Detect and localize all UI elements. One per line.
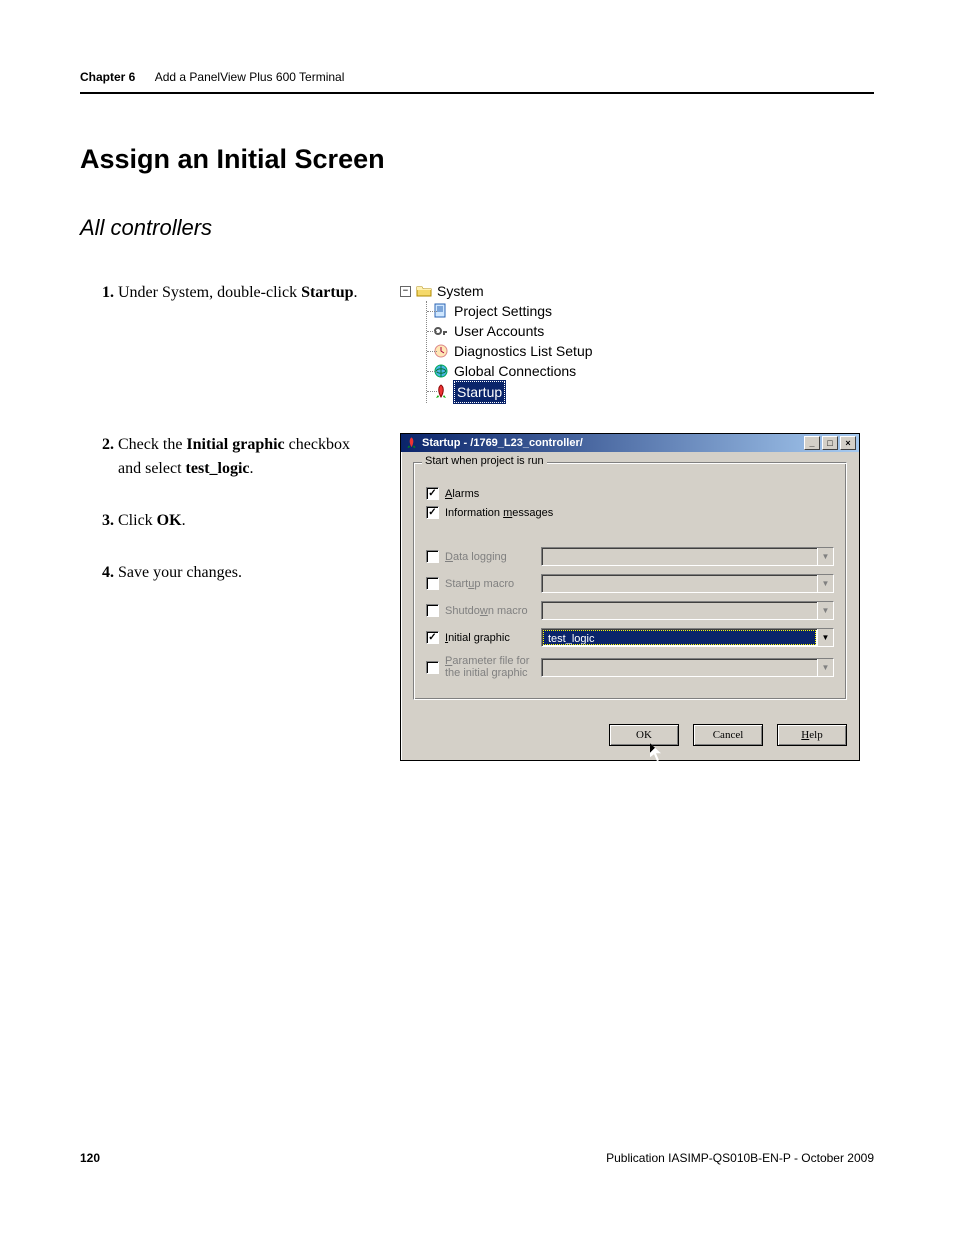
tree-item-user-accounts[interactable]: User Accounts <box>433 321 593 341</box>
dropdown-icon: ▼ <box>817 548 833 565</box>
key-icon <box>433 323 449 339</box>
initial-graphic-value: test_logic <box>543 630 816 645</box>
page-number: 120 <box>80 1151 100 1165</box>
information-messages-checkbox-row[interactable]: ✓ Information messages <box>426 506 834 519</box>
alarms-label: Alarms <box>445 488 479 500</box>
shutdown-macro-label: Shutdown macro <box>445 605 535 617</box>
document-icon <box>433 303 449 319</box>
tree-item-project-settings[interactable]: Project Settings <box>433 301 593 321</box>
alarms-checkbox[interactable]: ✓ <box>426 487 439 500</box>
parameter-file-checkbox[interactable] <box>426 661 439 674</box>
chapter-title: Add a PanelView Plus 600 Terminal <box>155 70 345 84</box>
tree-item-global-connections[interactable]: Global Connections <box>433 361 593 381</box>
step-1: Under System, double-click Startup. <box>118 281 370 305</box>
rocket-icon <box>405 437 418 450</box>
dialog-title: Startup - /1769_L23_controller/ <box>422 437 583 449</box>
page-header: Chapter 6 Add a PanelView Plus 600 Termi… <box>80 70 874 94</box>
information-messages-checkbox[interactable]: ✓ <box>426 506 439 519</box>
publication-info: Publication IASIMP-QS010B-EN-P - October… <box>606 1151 874 1165</box>
tree-item-startup[interactable]: Startup <box>433 381 593 403</box>
tree-root-label: System <box>437 281 484 301</box>
initial-graphic-label: Initial graphic <box>445 632 535 644</box>
minimize-button[interactable]: _ <box>804 436 820 450</box>
alarms-checkbox-row[interactable]: ✓ Alarms <box>426 487 834 500</box>
parameter-file-row: Parameter file for the initial graphic ▼ <box>426 655 834 679</box>
startup-dialog: Startup - /1769_L23_controller/ _ □ × St… <box>400 433 860 761</box>
shutdown-macro-row: Shutdown macro ▼ <box>426 601 834 620</box>
tree-item-startup-label: Startup <box>454 381 505 403</box>
startup-macro-checkbox[interactable] <box>426 577 439 590</box>
dropdown-icon: ▼ <box>817 659 833 676</box>
data-logging-checkbox[interactable] <box>426 550 439 563</box>
dialog-titlebar[interactable]: Startup - /1769_L23_controller/ _ □ × <box>401 434 859 452</box>
data-logging-combo: ▼ <box>541 547 834 566</box>
initial-graphic-combo[interactable]: test_logic ▼ <box>541 628 834 647</box>
page-title: Assign an Initial Screen <box>80 144 874 175</box>
page-footer: 120 Publication IASIMP-QS010B-EN-P - Oct… <box>80 1151 874 1165</box>
group-legend: Start when project is run <box>422 455 547 467</box>
information-messages-label: Information messages <box>445 507 553 519</box>
startup-macro-combo: ▼ <box>541 574 834 593</box>
startup-macro-row: Startup macro ▼ <box>426 574 834 593</box>
step-4: Save your changes. <box>118 561 370 585</box>
cancel-button[interactable]: Cancel <box>693 724 763 746</box>
tree-root[interactable]: − System <box>400 281 593 301</box>
page-subtitle: All controllers <box>80 215 874 241</box>
dropdown-icon: ▼ <box>817 575 833 592</box>
rocket-icon <box>433 384 449 400</box>
system-tree: − System Project Settings User Accounts … <box>400 281 593 403</box>
shutdown-macro-combo: ▼ <box>541 601 834 620</box>
data-logging-label: Data logging <box>445 551 535 563</box>
dropdown-icon: ▼ <box>817 602 833 619</box>
step-3: Click OK. <box>118 509 370 533</box>
maximize-button[interactable]: □ <box>822 436 838 450</box>
startup-groupbox: Start when project is run ✓ Alarms ✓ Inf… <box>413 462 847 700</box>
tree-item-diagnostics[interactable]: Diagnostics List Setup <box>433 341 593 361</box>
step-2: Check the Initial graphic checkbox and s… <box>118 433 370 481</box>
clock-icon <box>433 343 449 359</box>
data-logging-row: Data logging ▼ <box>426 547 834 566</box>
chapter-label: Chapter 6 <box>80 70 135 84</box>
collapse-icon[interactable]: − <box>400 286 411 297</box>
initial-graphic-row[interactable]: ✓ Initial graphic test_logic ▼ <box>426 628 834 647</box>
parameter-file-combo: ▼ <box>541 658 834 677</box>
globe-icon <box>433 363 449 379</box>
dropdown-icon[interactable]: ▼ <box>817 629 833 646</box>
shutdown-macro-checkbox[interactable] <box>426 604 439 617</box>
help-button[interactable]: Help <box>777 724 847 746</box>
folder-icon <box>416 283 432 299</box>
startup-macro-label: Startup macro <box>445 578 535 590</box>
ok-button[interactable]: OK <box>609 724 679 746</box>
parameter-file-label: Parameter file for the initial graphic <box>445 655 535 679</box>
close-button[interactable]: × <box>840 436 856 450</box>
initial-graphic-checkbox[interactable]: ✓ <box>426 631 439 644</box>
